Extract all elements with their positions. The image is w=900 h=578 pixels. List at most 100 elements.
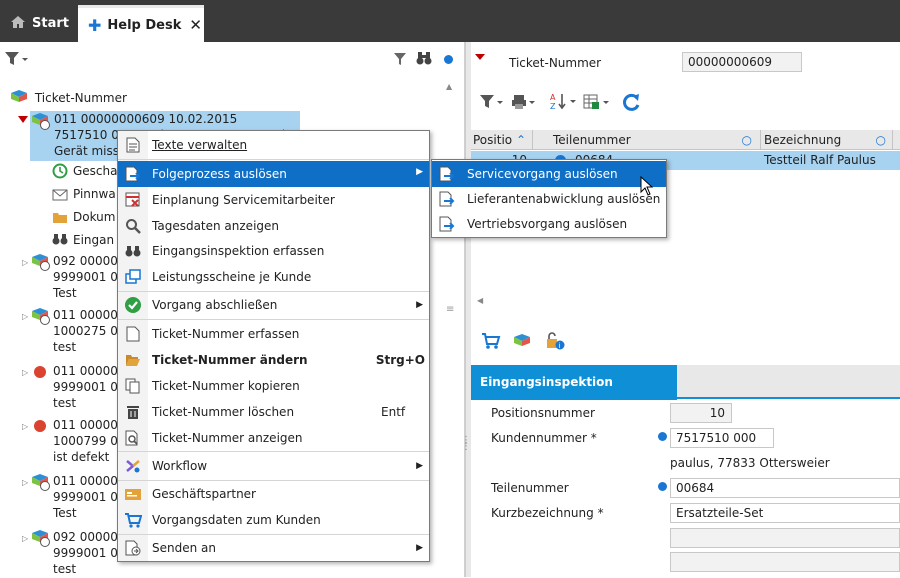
tree-root-label: Ticket-Nummer [34, 91, 127, 105]
expand-arrow-icon[interactable]: ▷ [22, 368, 28, 377]
expand-arrow-icon[interactable] [18, 116, 28, 123]
folder-icon [52, 210, 68, 227]
menu-item-ticket-anzeigen[interactable]: Ticket-Nummer anzeigen [118, 425, 429, 451]
column-header-position[interactable]: Positio ⌃ ○ [471, 130, 533, 167]
top-tab-bar: Start ✚ Help Desk ✕ [0, 0, 900, 42]
mouse-cursor-icon [640, 175, 654, 199]
menu-item-folgeprozess[interactable]: Folgeprozess auslösen ▶ [118, 161, 429, 187]
print-icon[interactable] [511, 94, 535, 113]
tab-helpdesk-label: Help Desk [107, 17, 182, 33]
menu-item-ticket-aendern[interactable]: Ticket-Nummer ändern Strg+O [118, 347, 429, 373]
export-excel-icon[interactable] [583, 94, 609, 113]
scroll-left-icon[interactable]: ◀ [477, 296, 483, 305]
scroll-up-icon[interactable]: ▲ [446, 82, 452, 91]
inspection-icon [52, 233, 68, 248]
menu-item-vorgangsdaten[interactable]: Vorgangsdaten zum Kunden [118, 507, 429, 533]
customer-number-field[interactable]: 7517510 000 [670, 428, 774, 448]
menu-item-ticket-erfassen[interactable]: Ticket-Nummer erfassen [118, 321, 429, 347]
cart-icon [118, 512, 148, 528]
customer-address: paulus, 77833 Ottersweier [670, 456, 830, 470]
menu-item-tagesdaten[interactable]: Tagesdaten anzeigen [118, 213, 429, 239]
tree-child-label[interactable]: Eingan [73, 231, 114, 249]
unlock-info-icon[interactable]: i [545, 331, 565, 354]
plus-icon: ✚ [88, 15, 102, 35]
menu-item-eingangsinspektion[interactable]: Eingangsinspektion erfassen [118, 238, 429, 264]
submenu-arrow-icon: ▶ [416, 543, 423, 553]
tree-item-line3: test [53, 340, 77, 354]
menu-separator [118, 451, 429, 452]
status-red-icon [34, 366, 46, 378]
binoculars-icon [118, 245, 148, 257]
process-forward-icon [432, 166, 462, 182]
folder-open-icon [118, 353, 148, 367]
tree-child-label[interactable]: Dokum [73, 208, 115, 226]
info-icon[interactable] [658, 432, 667, 441]
status-dot-icon[interactable] [444, 55, 453, 64]
ticket-icon [10, 89, 28, 108]
splitter-grip-icon[interactable]: ⋮ ⋮ [461, 436, 471, 452]
tab-eingangsinspektion[interactable]: Eingangsinspektion verwalten [471, 365, 677, 423]
column-header-part[interactable]: Teilenummer ○ [551, 130, 761, 150]
tab-start[interactable]: Start [0, 5, 74, 42]
expand-arrow-icon[interactable]: ▷ [22, 422, 28, 431]
form-label: Positionsnummer [491, 406, 595, 420]
short-description-field[interactable]: Ersatzteile-Set [670, 503, 900, 523]
tree-item-line3: Gerät miss [54, 144, 120, 158]
tree-root[interactable]: Ticket-Nummer [10, 89, 127, 107]
menu-item-texte-verwalten[interactable]: Texte verwalten [118, 132, 429, 158]
tree-child-label[interactable]: Pinnwa [73, 185, 116, 203]
copy-icon [118, 378, 148, 394]
history-icon [52, 163, 68, 182]
close-icon[interactable]: ✕ [189, 16, 202, 34]
submenu-item-servicevorgang[interactable]: Servicevorgang auslösen [432, 161, 666, 187]
menu-item-geschaeftspartner[interactable]: Geschäftspartner [118, 481, 429, 507]
menu-item-ticket-kopieren[interactable]: Ticket-Nummer kopieren [118, 373, 429, 399]
expand-arrow-icon[interactable]: ▷ [22, 478, 28, 487]
text-field[interactable] [670, 552, 900, 572]
tab-helpdesk[interactable]: ✚ Help Desk ✕ [78, 5, 204, 42]
menu-item-senden-an[interactable]: Senden an ▶ [118, 535, 429, 561]
menu-item-ticket-loeschen[interactable]: Ticket-Nummer löschen Entf [118, 399, 429, 425]
status-red-icon [34, 420, 46, 432]
sort-icon[interactable]: AZ [549, 92, 577, 113]
expand-arrow-icon[interactable]: ▷ [22, 534, 28, 543]
ticket-icon [31, 112, 51, 133]
filter-dropdown-icon[interactable] [479, 94, 503, 113]
filter-icon[interactable] [393, 52, 407, 69]
form-label: Teilenummer [491, 481, 569, 495]
shortcut-text: Strg+O [375, 353, 425, 367]
send-icon [118, 540, 148, 556]
ticket-icon [31, 307, 51, 328]
schedule-icon [118, 192, 148, 208]
collapse-handle-icon[interactable]: ≡ [446, 304, 454, 315]
process-forward-icon [432, 191, 462, 207]
menu-item-workflow[interactable]: Workflow ▶ [118, 453, 429, 479]
menu-item-einplanung[interactable]: Einplanung Servicemitarbeiter [118, 187, 429, 213]
filter-dropdown-icon[interactable] [4, 51, 28, 70]
context-menu: Texte verwalten Folgeprozess auslösen ▶ … [117, 130, 430, 562]
column-header-desc[interactable]: Bezeichnung ○ [761, 130, 893, 150]
submenu-item-lieferantenabwicklung[interactable]: Lieferantenabwicklung auslösen [432, 186, 666, 212]
cart-icon[interactable] [481, 332, 501, 353]
check-circle-icon [118, 296, 148, 314]
ticket-icon [31, 473, 51, 494]
new-document-icon [118, 326, 148, 342]
expand-arrow-icon[interactable]: ▷ [22, 258, 28, 267]
svg-text:Z: Z [550, 102, 556, 110]
ticket-icon[interactable] [513, 333, 533, 352]
text-field[interactable] [670, 528, 900, 548]
info-icon[interactable] [658, 482, 667, 491]
menu-item-leistungsscheine[interactable]: Leistungsscheine je Kunde [118, 264, 429, 290]
trash-icon [118, 404, 148, 420]
part-number-field[interactable]: 00684 [670, 478, 900, 498]
document-icon [118, 137, 148, 153]
tree-item-line3: test [53, 562, 77, 576]
collapse-arrow-icon[interactable] [475, 54, 485, 60]
menu-separator [118, 319, 429, 320]
submenu-item-vertriebsvorgang[interactable]: Vertriebsvorgang auslösen [432, 211, 666, 237]
binoculars-icon[interactable] [416, 51, 432, 69]
tree-child-label[interactable]: Gescha [73, 162, 118, 180]
menu-item-vorgang-abschliessen[interactable]: Vorgang abschließen ▶ [118, 292, 429, 318]
refresh-icon[interactable] [620, 91, 642, 116]
expand-arrow-icon[interactable]: ▷ [22, 312, 28, 321]
